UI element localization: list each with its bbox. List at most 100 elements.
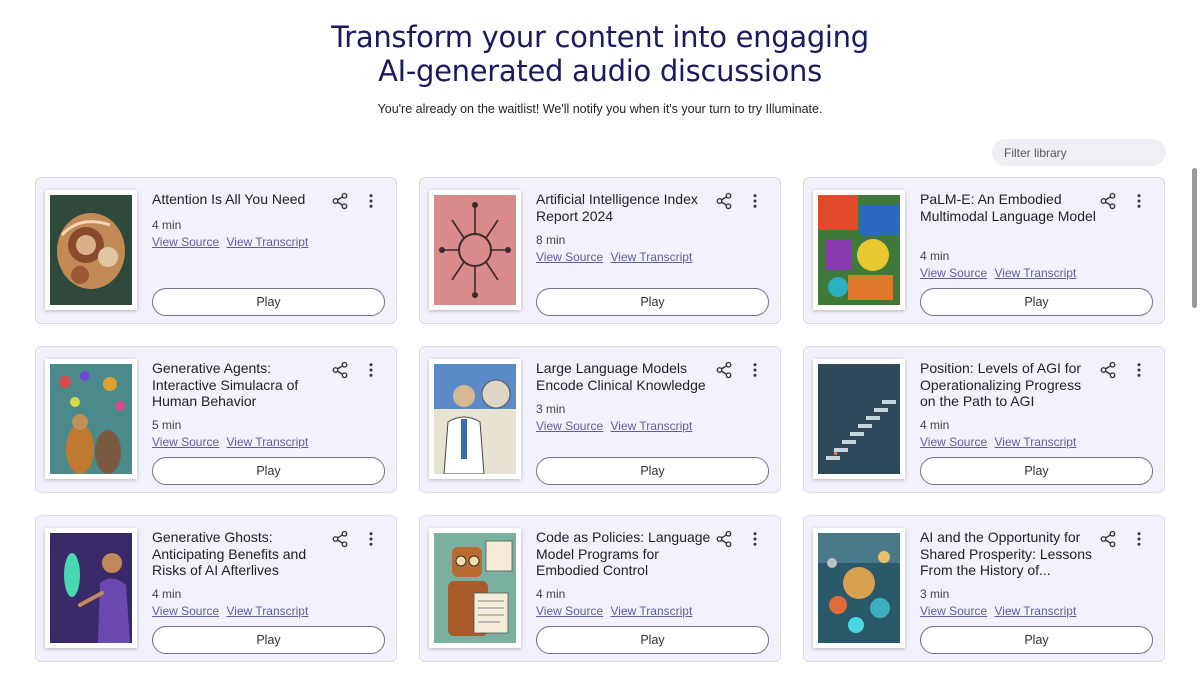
scrollbar[interactable]: [1192, 168, 1197, 308]
view-transcript-link[interactable]: View Transcript: [227, 235, 309, 249]
cover-image: [45, 359, 137, 479]
card-title: Code as Policies: Language Model Program…: [536, 529, 711, 578]
more-vert-icon[interactable]: [746, 530, 764, 548]
card-links: View Source View Transcript: [152, 235, 312, 249]
card-meta: 3 min View Source View Transcript: [536, 402, 696, 433]
card-links: View Source View Transcript: [152, 435, 312, 449]
view-source-link[interactable]: View Source: [536, 604, 603, 618]
duration: 4 min: [152, 587, 182, 601]
card-links: View Source View Transcript: [920, 604, 1080, 618]
view-source-link[interactable]: View Source: [152, 604, 219, 618]
card-meta: 4 min View Source View Transcript: [920, 249, 1080, 280]
card-meta: 4 min View Source View Transcript: [152, 587, 312, 618]
duration: 3 min: [920, 587, 950, 601]
card-title: Position: Levels of AGI for Operationali…: [920, 360, 1082, 409]
library-card: Generative Agents: Interactive Simulacra…: [35, 346, 397, 493]
cover-image: [813, 528, 905, 648]
library-card: Large Language Models Encode Clinical Kn…: [419, 346, 781, 493]
play-button[interactable]: Play: [152, 288, 385, 316]
play-button[interactable]: Play: [920, 288, 1153, 316]
page-title-line-2: AI-generated audio discussions: [378, 54, 822, 88]
view-transcript-link[interactable]: View Transcript: [227, 604, 309, 618]
library-card: Position: Levels of AGI for Operationali…: [803, 346, 1165, 493]
share-icon[interactable]: [331, 361, 349, 379]
card-meta: 4 min View Source View Transcript: [920, 418, 1080, 449]
library-card: PaLM-E: An Embodied Multimodal Language …: [803, 177, 1165, 324]
card-links: View Source View Transcript: [536, 419, 696, 433]
more-vert-icon[interactable]: [1130, 361, 1148, 379]
more-vert-icon[interactable]: [746, 361, 764, 379]
view-transcript-link[interactable]: View Transcript: [995, 604, 1077, 618]
filter-library[interactable]: [992, 139, 1166, 166]
cover-image: [813, 359, 905, 479]
play-button[interactable]: Play: [536, 457, 769, 485]
duration: 5 min: [152, 418, 182, 432]
share-icon[interactable]: [331, 192, 349, 210]
share-icon[interactable]: [1099, 530, 1117, 548]
library-card: AI and the Opportunity for Shared Prospe…: [803, 515, 1165, 662]
card-meta: 4 min View Source View Transcript: [152, 218, 312, 249]
view-transcript-link[interactable]: View Transcript: [611, 604, 693, 618]
duration: 4 min: [920, 418, 950, 432]
card-title: PaLM-E: An Embodied Multimodal Language …: [920, 191, 1096, 224]
card-title: Generative Agents: Interactive Simulacra…: [152, 360, 299, 409]
duration: 4 min: [920, 249, 950, 263]
view-transcript-link[interactable]: View Transcript: [611, 419, 693, 433]
card-title: Large Language Models Encode Clinical Kn…: [536, 360, 706, 393]
card-meta: 3 min View Source View Transcript: [920, 587, 1080, 618]
view-source-link[interactable]: View Source: [920, 266, 987, 280]
card-meta: 8 min View Source View Transcript: [536, 233, 696, 264]
play-button[interactable]: Play: [152, 457, 385, 485]
share-icon[interactable]: [715, 361, 733, 379]
share-icon[interactable]: [331, 530, 349, 548]
cover-image: [429, 190, 521, 310]
library-card: Attention Is All You Need 4 min View Sou…: [35, 177, 397, 324]
play-button[interactable]: Play: [920, 457, 1153, 485]
play-button[interactable]: Play: [920, 626, 1153, 654]
more-vert-icon[interactable]: [362, 361, 380, 379]
card-links: View Source View Transcript: [152, 604, 312, 618]
more-vert-icon[interactable]: [746, 192, 764, 210]
cover-image: [813, 190, 905, 310]
card-meta: 4 min View Source View Transcript: [536, 587, 696, 618]
play-button[interactable]: Play: [152, 626, 385, 654]
cover-image: [45, 528, 137, 648]
view-source-link[interactable]: View Source: [152, 435, 219, 449]
duration: 3 min: [536, 402, 566, 416]
more-vert-icon[interactable]: [362, 192, 380, 210]
view-source-link[interactable]: View Source: [536, 419, 603, 433]
share-icon[interactable]: [715, 530, 733, 548]
share-icon[interactable]: [715, 192, 733, 210]
view-source-link[interactable]: View Source: [152, 235, 219, 249]
play-button[interactable]: Play: [536, 288, 769, 316]
card-meta: 5 min View Source View Transcript: [152, 418, 312, 449]
view-source-link[interactable]: View Source: [920, 435, 987, 449]
page-title: Transform your content into engaging AI-…: [0, 20, 1200, 88]
card-title: Attention Is All You Need: [152, 191, 306, 207]
share-icon[interactable]: [1099, 192, 1117, 210]
card-links: View Source View Transcript: [536, 250, 696, 264]
more-vert-icon[interactable]: [1130, 192, 1148, 210]
view-source-link[interactable]: View Source: [536, 250, 603, 264]
library-card: Code as Policies: Language Model Program…: [419, 515, 781, 662]
cover-image: [429, 528, 521, 648]
more-vert-icon[interactable]: [362, 530, 380, 548]
cover-image: [429, 359, 521, 479]
card-title: AI and the Opportunity for Shared Prospe…: [920, 529, 1092, 578]
view-transcript-link[interactable]: View Transcript: [611, 250, 693, 264]
library-card: Generative Ghosts: Anticipating Benefits…: [35, 515, 397, 662]
library-grid: Attention Is All You Need 4 min View Sou…: [35, 177, 1165, 662]
library-card: Artificial Intelligence Index Report 202…: [419, 177, 781, 324]
card-title: Artificial Intelligence Index Report 202…: [536, 191, 698, 224]
more-vert-icon[interactable]: [1130, 530, 1148, 548]
view-transcript-link[interactable]: View Transcript: [995, 266, 1077, 280]
view-transcript-link[interactable]: View Transcript: [227, 435, 309, 449]
card-title: Generative Ghosts: Anticipating Benefits…: [152, 529, 307, 578]
filter-library-input[interactable]: [1004, 145, 1159, 160]
card-links: View Source View Transcript: [536, 604, 696, 618]
view-transcript-link[interactable]: View Transcript: [995, 435, 1077, 449]
share-icon[interactable]: [1099, 361, 1117, 379]
page-title-line-1: Transform your content into engaging: [331, 20, 869, 54]
view-source-link[interactable]: View Source: [920, 604, 987, 618]
play-button[interactable]: Play: [536, 626, 769, 654]
